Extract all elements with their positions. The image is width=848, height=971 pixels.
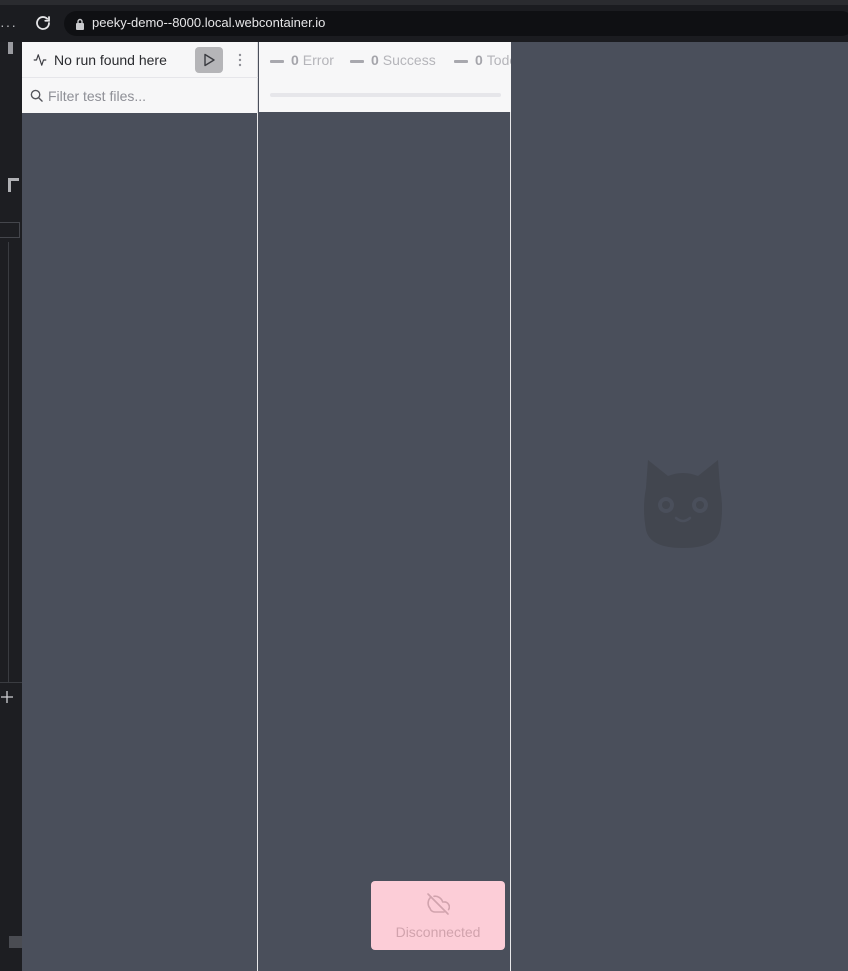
error-label: Error (302, 52, 334, 68)
todo-count: 0 (475, 52, 483, 68)
dash-icon (454, 59, 468, 63)
results-list (259, 112, 511, 971)
test-file-list (22, 113, 258, 971)
todo-count-stat: 0Todo (454, 52, 511, 68)
results-summary-header: 0Error 0Success 0Todo (259, 42, 511, 112)
browser-menu-dots[interactable]: ··· (0, 17, 17, 33)
editor-guide-line (8, 242, 9, 682)
sidebar-header: No run found here (22, 42, 258, 113)
cat-logo-icon (644, 460, 722, 548)
panel-toggle[interactable] (9, 936, 22, 948)
address-bar[interactable]: peeky-demo--8000.local.webcontainer.io (64, 11, 848, 36)
lock-icon (76, 18, 84, 30)
editor-line-box (0, 222, 20, 238)
plus-icon[interactable] (0, 690, 14, 704)
detail-panel (512, 42, 848, 971)
editor-divider (0, 682, 22, 683)
browser-toolbar: ··· peeky-demo--8000.local.webcontainer.… (0, 5, 848, 42)
more-vertical-icon[interactable] (234, 52, 246, 68)
run-title-row: No run found here (22, 42, 258, 78)
success-count-stat: 0 Success (350, 52, 436, 68)
editor-bracket-glyph (8, 178, 19, 192)
error-count-stat: 0 Error (270, 52, 334, 68)
play-icon (204, 53, 215, 67)
disconnected-toast: Disconnected (371, 881, 505, 950)
disconnected-label: Disconnected (395, 924, 481, 940)
error-count: 0 (291, 52, 299, 68)
address-url: peeky-demo--8000.local.webcontainer.io (92, 15, 326, 30)
success-label: Success (382, 52, 436, 68)
activity-icon (33, 54, 47, 66)
filter-row (22, 78, 258, 113)
editor-edge (0, 42, 22, 971)
dash-icon (350, 59, 364, 63)
scroll-marker (8, 42, 13, 54)
reload-icon[interactable] (34, 14, 52, 32)
dash-icon (270, 59, 284, 63)
test-runner-app: No run found here 0Error 0Success 0T (22, 42, 848, 971)
todo-label: Todo (486, 52, 511, 68)
search-icon (30, 89, 43, 102)
cloud-off-icon (427, 893, 450, 915)
success-count: 0 (371, 52, 379, 68)
run-button[interactable] (195, 47, 223, 73)
progress-bar (270, 93, 501, 97)
run-title: No run found here (54, 52, 167, 68)
filter-test-files-input[interactable] (48, 85, 248, 107)
